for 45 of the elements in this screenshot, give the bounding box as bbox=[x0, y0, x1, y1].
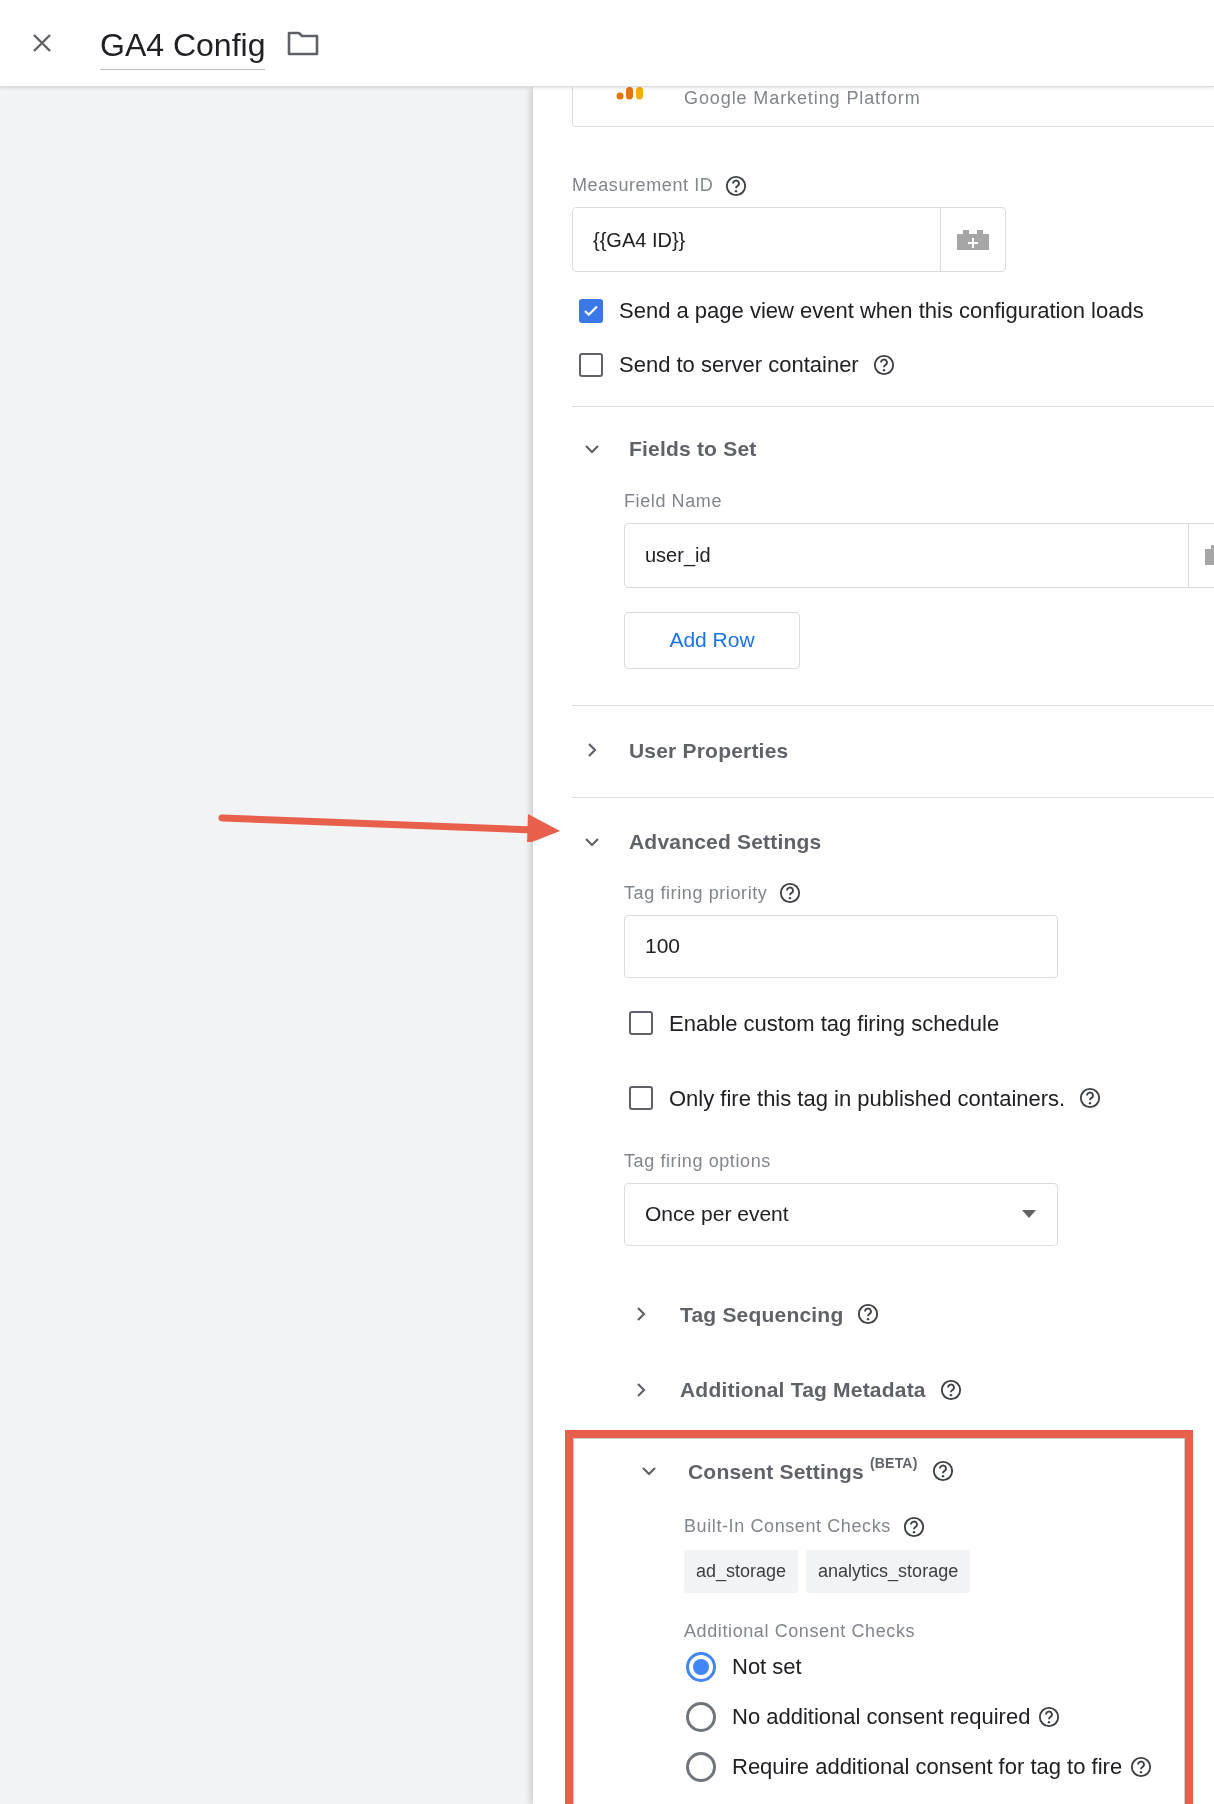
section-title[interactable]: Fields to Set bbox=[629, 433, 757, 465]
help-icon[interactable] bbox=[872, 353, 895, 376]
radio-label: Not set bbox=[732, 1653, 802, 1681]
help-icon[interactable] bbox=[931, 1460, 954, 1483]
help-icon[interactable] bbox=[1130, 1755, 1153, 1778]
radio-button[interactable] bbox=[686, 1701, 716, 1732]
priority-input[interactable]: 100 bbox=[624, 914, 1058, 978]
help-icon[interactable] bbox=[1079, 1087, 1102, 1109]
checkbox-label: Only fire this tag in published containers. bbox=[669, 1084, 1066, 1113]
firing-options-select[interactable]: Once per event bbox=[624, 1182, 1058, 1246]
section-title[interactable]: Additional Tag Metadata bbox=[680, 1374, 926, 1406]
checkbox[interactable] bbox=[579, 352, 603, 377]
dropdown-caret-icon bbox=[1021, 1209, 1037, 1219]
help-icon[interactable] bbox=[725, 174, 748, 197]
checkbox[interactable] bbox=[579, 298, 603, 323]
help-icon[interactable] bbox=[902, 1515, 925, 1538]
radio-label: Require additional consent for tag to fire bbox=[732, 1753, 1123, 1781]
field-label: Tag firing priority bbox=[624, 881, 768, 905]
tag-name-field[interactable]: GA4 Config bbox=[100, 26, 266, 70]
radio-button[interactable] bbox=[686, 1651, 716, 1682]
help-icon[interactable] bbox=[939, 1378, 962, 1401]
platform-name: Google Marketing Platform bbox=[684, 87, 921, 110]
section-title[interactable]: Tag Sequencing bbox=[680, 1298, 844, 1330]
radio-label: No additional consent required bbox=[732, 1703, 1031, 1731]
checkbox-label: Send to server container bbox=[619, 351, 859, 379]
field-label: Measurement ID bbox=[572, 174, 714, 197]
add-row-button[interactable]: Add Row bbox=[624, 611, 800, 669]
checkbox-label: Enable custom tag firing schedule bbox=[669, 1009, 1000, 1038]
checkbox[interactable] bbox=[629, 1086, 653, 1110]
section-title[interactable]: Advanced Settings bbox=[629, 826, 822, 858]
checkbox[interactable] bbox=[629, 1011, 653, 1035]
section-title[interactable]: User Properties bbox=[629, 734, 789, 766]
help-icon[interactable] bbox=[857, 1303, 880, 1326]
section-title[interactable]: Consent Settings $^{(BETA)}$ bbox=[688, 1455, 918, 1487]
checkbox-label: Send a page view event when this configuration loads bbox=[619, 297, 1144, 325]
field-label: Tag firing options bbox=[624, 1149, 772, 1173]
help-icon[interactable] bbox=[779, 882, 802, 904]
radio-button[interactable] bbox=[686, 1751, 716, 1782]
field-label: Additional Consent Checks bbox=[684, 1620, 917, 1643]
field-label: Built-In Consent Checks bbox=[684, 1515, 891, 1538]
help-icon[interactable] bbox=[1038, 1705, 1061, 1728]
folder-icon[interactable] bbox=[287, 30, 320, 56]
consent-chip: analytics_storage bbox=[806, 1550, 971, 1593]
field-label: Field Name bbox=[624, 489, 724, 513]
consent-chip: ad_storage bbox=[684, 1550, 799, 1593]
